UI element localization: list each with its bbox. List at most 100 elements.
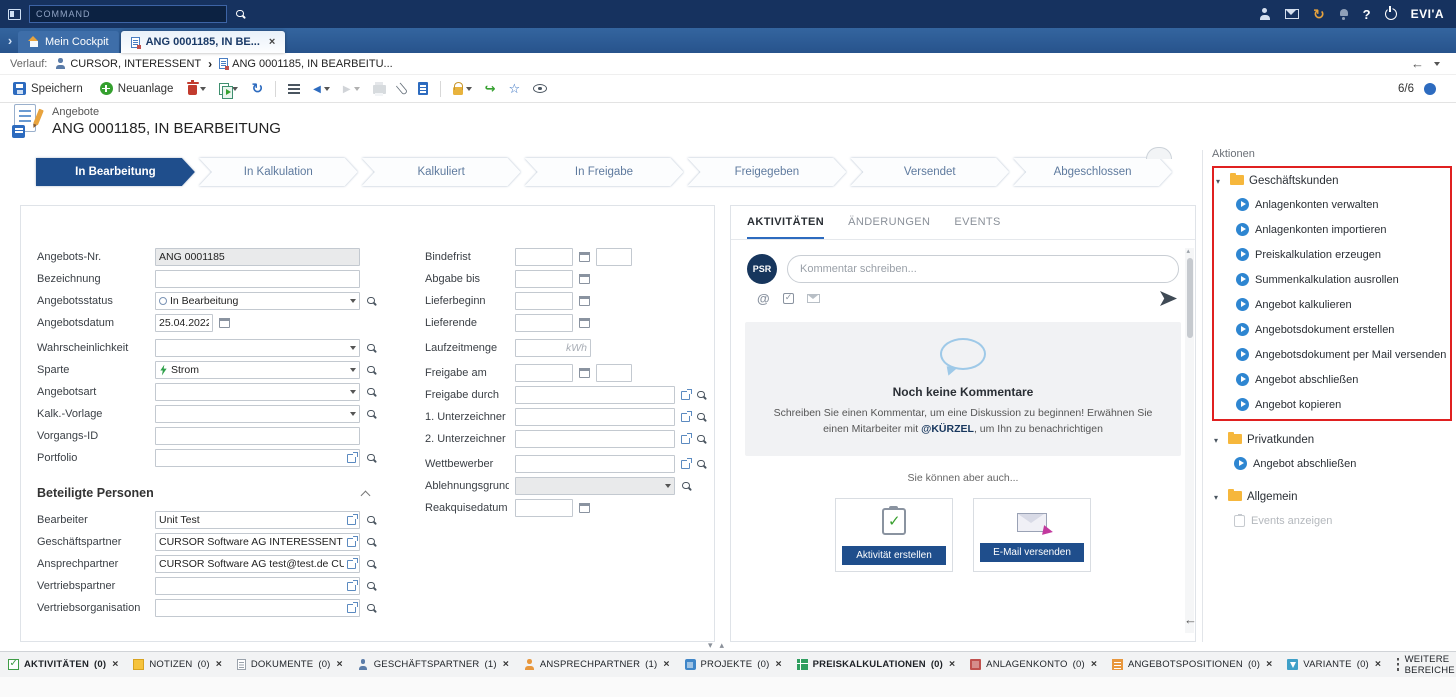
action-group-header-allgemein[interactable]: ▾Allgemein [1214,486,1450,508]
bottom-tab-geschaeftspartner[interactable]: GESCHÄFTSPARTNER(1)× [358,659,509,670]
dropdown-caret-icon[interactable] [350,368,356,372]
search-icon[interactable] [696,412,707,423]
history-caret-icon[interactable] [1434,62,1440,66]
search-icon[interactable] [366,603,377,614]
field-geschaeftspartner[interactable]: CURSOR Software AG INTERESSENT [155,533,360,551]
action-angebotsdokument-erstellen[interactable]: Angebotsdokument erstellen [1216,317,1448,342]
action-anlagenkonten-verwalten[interactable]: Anlagenkonten verwalten [1216,192,1448,217]
field-sparte[interactable]: Strom [155,361,360,379]
bottom-tab-notizen[interactable]: NOTIZEN(0)× [133,659,221,670]
calendar-icon[interactable] [219,318,230,328]
calendar-icon[interactable] [579,252,590,262]
bottom-tab-preiskalkulationen[interactable]: PREISKALKULATIONEN(0)× [797,659,956,670]
inbox-icon[interactable] [1285,9,1299,19]
field-lieferbeginn[interactable] [515,292,573,310]
splitter-controls[interactable] [708,639,724,651]
watch-button[interactable] [532,82,548,95]
close-bottom-tab-icon[interactable]: × [1091,659,1097,670]
bottom-tab-variante[interactable]: VARIANTE(0)× [1287,659,1381,670]
action-preiskalkulation-erzeugen[interactable]: Preiskalkulation erzeugen [1216,242,1448,267]
stage-bar-notch[interactable] [1146,147,1172,159]
calendar-icon[interactable] [579,503,590,513]
notification-badge[interactable] [1424,83,1436,95]
field-kalk-vorlage[interactable] [155,405,360,423]
menu-button[interactable] [287,82,301,96]
field-angebotsdatum[interactable]: 25.04.2022 [155,314,213,332]
collapse-section-icon[interactable] [361,490,371,500]
create-activity-button[interactable]: Aktivität erstellen [842,546,946,565]
bottom-tab-aktivitaeten[interactable]: AKTIVITÄTEN(0)× [8,659,118,670]
close-bottom-tab-icon[interactable]: × [775,659,781,670]
search-icon[interactable] [366,453,377,464]
document-button[interactable] [417,80,429,97]
collapse-panel-arrow-icon[interactable] [1184,612,1197,627]
field-wahrscheinlichkeit[interactable] [155,339,360,357]
close-tab-icon[interactable]: × [269,36,275,48]
action-anlagenkonten-importieren[interactable]: Anlagenkonten importieren [1216,217,1448,242]
comment-input[interactable] [787,255,1179,283]
stage-kalkuliert[interactable]: Kalkuliert [362,158,521,186]
task-icon[interactable] [783,293,794,304]
action-angebot-kalkulieren[interactable]: Angebot kalkulieren [1216,292,1448,317]
open-record-icon[interactable] [347,582,356,591]
open-record-icon[interactable] [681,435,690,444]
tab-mein-cockpit[interactable]: Mein Cockpit [18,31,119,53]
mention-icon[interactable] [757,291,770,306]
delete-button[interactable] [187,80,207,97]
action-group-header-privatkunden[interactable]: ▾Privatkunden [1214,429,1450,451]
command-input[interactable] [29,5,227,23]
tab-ang-0001185-in-be[interactable]: ANG 0001185, IN BE...× [121,31,286,53]
email-icon[interactable] [807,294,820,303]
close-bottom-tab-icon[interactable]: × [112,659,118,670]
tab-events[interactable]: EVENTS [954,216,1000,239]
calendar-icon[interactable] [579,368,590,378]
bottom-tab-ansprechpartner[interactable]: ANSPRECHPARTNER(1)× [524,659,670,670]
field-2-unterzeichner[interactable] [515,430,675,448]
follow-up-button[interactable] [484,79,497,99]
breadcrumb-item-ang-0001185-in-bearbeitu[interactable]: ANG 0001185, IN BEARBEITU... [219,58,393,70]
search-icon[interactable] [681,481,692,492]
bottom-tab-angebotspositionen[interactable]: ANGEBOTSPOSITIONEN(0)× [1112,659,1272,670]
close-bottom-tab-icon[interactable]: × [337,659,343,670]
dropdown-caret-icon[interactable] [350,299,356,303]
collapse-down-icon[interactable] [708,639,713,651]
collapse-up-icon[interactable] [720,639,725,651]
stage-abgeschlossen[interactable]: Abgeschlossen [1013,158,1172,186]
favorite-button[interactable] [507,79,521,99]
open-record-icon[interactable] [347,538,356,547]
dropdown-caret-icon[interactable] [350,346,356,350]
field-bearbeiter[interactable]: Unit Test [155,511,360,529]
open-record-icon[interactable] [347,516,356,525]
calendar-icon[interactable] [579,296,590,306]
more-areas-button[interactable]: WEITERE BEREICHE [1397,654,1456,676]
calendar-icon[interactable] [579,318,590,328]
close-bottom-tab-icon[interactable]: × [1266,659,1272,670]
open-record-icon[interactable] [347,604,356,613]
help-icon[interactable] [1363,7,1371,22]
expand-sidebar-chevron[interactable] [2,28,18,53]
stage-in-bearbeitung[interactable]: In Bearbeitung [36,158,195,186]
next-record-button[interactable] [342,81,361,97]
close-bottom-tab-icon[interactable]: × [503,659,509,670]
section-beteiligte-personen[interactable]: Beteiligte Personen [37,481,369,505]
breadcrumb-item-cursor-interessent[interactable]: CURSOR, INTERESSENT [55,58,201,70]
search-icon[interactable] [366,537,377,548]
tab-aktivitaeten[interactable]: AKTIVITÄTEN [747,216,824,239]
send-email-card[interactable]: E-Mail versenden [973,498,1091,572]
logout-icon[interactable] [1385,8,1397,20]
search-icon[interactable] [696,434,707,445]
search-icon[interactable] [366,365,377,376]
field-lieferende[interactable] [515,314,573,332]
calendar-icon[interactable] [579,274,590,284]
notifications-icon[interactable] [1339,9,1349,20]
bottom-tab-projekte[interactable]: PROJEKTE(0)× [685,659,782,670]
field-portfolio[interactable] [155,449,360,467]
field-angebotsart[interactable] [155,383,360,401]
command-search-icon[interactable] [235,9,246,20]
dropdown-caret-icon[interactable] [350,390,356,394]
field-freigabe-am-2[interactable] [596,364,632,382]
back-arrow-icon[interactable] [1411,56,1424,71]
open-record-icon[interactable] [681,413,690,422]
field-laufzeitmenge[interactable]: kWh [515,339,591,357]
send-email-button[interactable]: E-Mail versenden [980,543,1084,562]
